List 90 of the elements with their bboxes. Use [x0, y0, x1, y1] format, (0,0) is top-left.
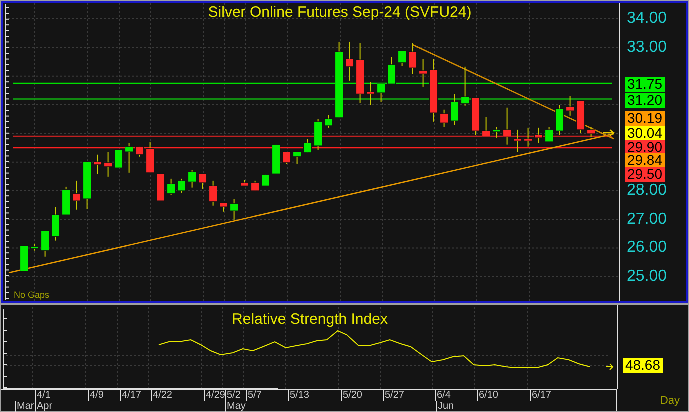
candlestick	[94, 154, 102, 175]
date-label: 4/29	[204, 390, 226, 401]
axis-label: 28.00	[627, 182, 668, 199]
candlestick	[167, 178, 176, 196]
candlestick	[83, 162, 92, 210]
candlestick	[503, 107, 512, 146]
date-label: 5/2	[225, 390, 241, 401]
price-tag: 31.75	[625, 77, 665, 92]
candlestick	[430, 58, 438, 122]
candlestick	[20, 245, 29, 272]
candlestick	[62, 186, 71, 216]
date-label: 5/13	[288, 390, 310, 401]
date-label: 4/9	[88, 390, 104, 401]
candlestick	[52, 206, 60, 242]
candlestick	[104, 152, 113, 178]
candlestick	[587, 126, 596, 138]
candlestick	[398, 50, 407, 67]
candlestick	[114, 150, 124, 169]
candlestick	[377, 84, 386, 103]
candlestick	[408, 42, 418, 75]
candlestick	[30, 243, 40, 252]
candlestick	[136, 146, 144, 158]
candlestick	[230, 198, 239, 220]
price-tag: 30.04	[625, 126, 665, 141]
candlestick	[461, 66, 470, 106]
candlestick	[178, 178, 186, 194]
candlestick	[366, 82, 376, 106]
candlestick	[220, 202, 228, 212]
axis-label: 27.00	[627, 212, 668, 228]
candlestick	[346, 41, 354, 82]
candlestick	[304, 138, 312, 154]
candlestick	[209, 180, 218, 206]
date-label: 6/10	[477, 390, 498, 401]
candlestick	[534, 127, 544, 144]
candlestick	[450, 94, 460, 126]
chart-note: No Gaps	[14, 290, 50, 300]
price-tag: 29.84	[625, 153, 665, 168]
candlestick	[41, 230, 50, 258]
candlestick	[125, 142, 134, 174]
candlestick	[472, 98, 480, 136]
axis-label: 25.00	[627, 268, 668, 285]
candlestick	[556, 104, 564, 136]
candlestick	[282, 152, 292, 165]
candlestick	[188, 170, 197, 188]
date-label: 5/7	[246, 390, 262, 401]
month-label: May	[225, 401, 246, 412]
date-label: 6/4	[435, 390, 451, 401]
candlestick	[198, 174, 208, 190]
candlestick	[514, 129, 522, 152]
candlestick	[240, 180, 250, 187]
arrow-icon	[606, 364, 614, 370]
date-label: 4/1	[35, 390, 51, 401]
candlestick	[576, 100, 586, 134]
price-tag: 29.50	[625, 167, 665, 182]
arrow-icon	[602, 129, 615, 137]
indicator-title: Relative Strength Index	[232, 311, 388, 328]
axis-label: 34.00	[627, 11, 668, 28]
candlestick	[251, 180, 260, 192]
price-tag: 31.20	[625, 93, 665, 108]
month-label: Apr	[35, 401, 53, 412]
candlestick	[314, 118, 323, 150]
candlestick	[262, 174, 270, 187]
candlestick	[440, 109, 449, 128]
axis-label: 33.00	[627, 40, 668, 56]
month-label: Jun	[436, 401, 454, 412]
candlestick	[388, 56, 396, 85]
period-label: Day	[660, 394, 680, 408]
candlestick	[156, 174, 166, 202]
candlestick	[524, 127, 533, 148]
candlestick	[545, 126, 554, 142]
candlestick	[492, 126, 502, 138]
candlestick	[146, 141, 155, 174]
candlestick	[72, 180, 82, 210]
axis-label: 26.00	[627, 240, 668, 256]
candlestick	[566, 96, 575, 116]
price-tag: 30.19	[625, 111, 665, 126]
date-label: 4/17	[120, 390, 142, 401]
chart-title: Silver Online Futures Sep-24 (SVFU24)	[208, 4, 472, 21]
candlestick	[272, 144, 281, 175]
month-label: Mar	[15, 401, 34, 412]
date-label: 5/27	[383, 390, 404, 401]
date-label: 5/20	[341, 390, 362, 401]
candlestick	[419, 58, 428, 88]
candlestick	[324, 114, 334, 128]
candlestick	[356, 42, 365, 104]
date-label: 6/17	[530, 390, 552, 401]
candlestick	[293, 152, 302, 165]
value-tag: 48.68	[623, 358, 663, 373]
date-label: 4/22	[151, 390, 172, 401]
candlestick	[482, 116, 491, 138]
